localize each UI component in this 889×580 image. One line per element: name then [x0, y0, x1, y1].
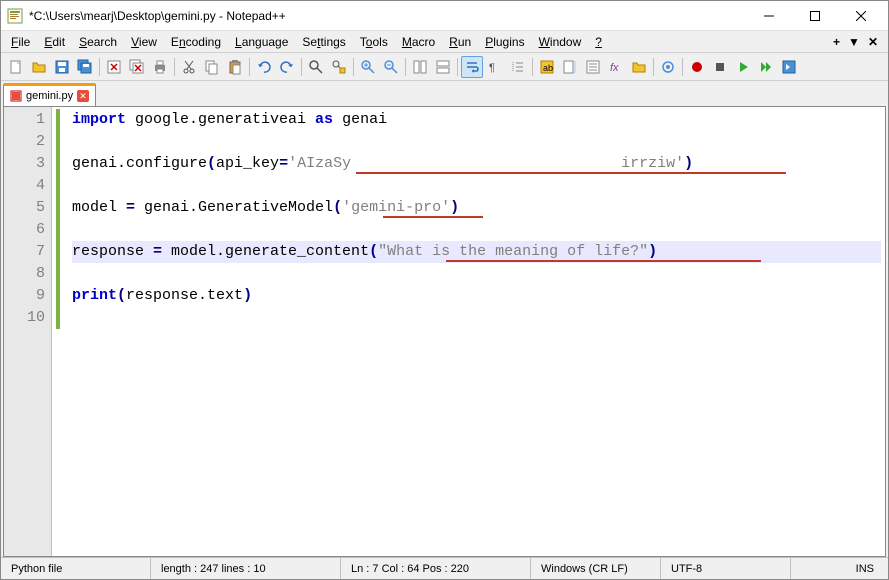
menu-language[interactable]: Language: [229, 33, 294, 51]
app-icon: [7, 8, 23, 24]
tab-gemini[interactable]: gemini.py ✕: [3, 83, 96, 106]
minimize-button[interactable]: [746, 1, 792, 31]
menubar-dropdown-icon[interactable]: ▼: [848, 35, 860, 49]
doc-list-button[interactable]: [582, 56, 604, 78]
macro-multi-button[interactable]: [755, 56, 777, 78]
new-file-button[interactable]: [5, 56, 27, 78]
line-numbers: 12345678910: [4, 107, 52, 556]
menubar-x-icon[interactable]: ✕: [868, 35, 878, 49]
menubar: File Edit Search View Encoding Language …: [1, 31, 888, 53]
statusbar: Python file length : 247 lines : 10 Ln :…: [1, 557, 888, 579]
file-modified-icon: [10, 90, 22, 102]
open-file-button[interactable]: [28, 56, 50, 78]
find-button[interactable]: [305, 56, 327, 78]
save-all-button[interactable]: [74, 56, 96, 78]
status-mode[interactable]: INS: [791, 558, 888, 579]
undo-button[interactable]: [253, 56, 275, 78]
wordwrap-button[interactable]: [461, 56, 483, 78]
save-button[interactable]: [51, 56, 73, 78]
replace-button[interactable]: [328, 56, 350, 78]
status-length: length : 247 lines : 10: [151, 558, 341, 579]
macro-stop-button[interactable]: [709, 56, 731, 78]
zoom-out-button[interactable]: [380, 56, 402, 78]
sync-hscroll-button[interactable]: [432, 56, 454, 78]
menu-plugins[interactable]: Plugins: [479, 33, 530, 51]
macro-save-button[interactable]: [778, 56, 800, 78]
toolbar: ¶ ab fx: [1, 53, 888, 81]
code-area[interactable]: import google.generativeai as genaigenai…: [68, 107, 885, 556]
change-margin: [52, 107, 68, 556]
menu-tools[interactable]: Tools: [354, 33, 394, 51]
svg-text:ab: ab: [543, 63, 553, 73]
menu-settings[interactable]: Settings: [296, 33, 351, 51]
menu-help[interactable]: ?: [589, 33, 608, 51]
svg-text:¶: ¶: [489, 62, 495, 74]
close-button[interactable]: [838, 1, 884, 31]
tab-close-button[interactable]: ✕: [77, 90, 89, 102]
menu-macro[interactable]: Macro: [396, 33, 441, 51]
tab-label: gemini.py: [26, 90, 73, 102]
redo-button[interactable]: [276, 56, 298, 78]
function-list-button[interactable]: fx: [605, 56, 627, 78]
menu-encoding[interactable]: Encoding: [165, 33, 227, 51]
maximize-button[interactable]: [792, 1, 838, 31]
status-filetype: Python file: [1, 558, 151, 579]
sync-vscroll-button[interactable]: [409, 56, 431, 78]
status-position: Ln : 7 Col : 64 Pos : 220: [341, 558, 531, 579]
menu-file[interactable]: File: [5, 33, 36, 51]
status-eol[interactable]: Windows (CR LF): [531, 558, 661, 579]
doc-map-button[interactable]: [559, 56, 581, 78]
copy-button[interactable]: [201, 56, 223, 78]
folder-workspace-button[interactable]: [628, 56, 650, 78]
menubar-plus-icon[interactable]: +: [833, 35, 840, 49]
macro-record-button[interactable]: [686, 56, 708, 78]
cut-button[interactable]: [178, 56, 200, 78]
lang-define-button[interactable]: ab: [536, 56, 558, 78]
menu-view[interactable]: View: [125, 33, 163, 51]
macro-play-button[interactable]: [732, 56, 754, 78]
close-all-button[interactable]: [126, 56, 148, 78]
zoom-in-button[interactable]: [357, 56, 379, 78]
print-button[interactable]: [149, 56, 171, 78]
all-chars-button[interactable]: ¶: [484, 56, 506, 78]
window-title: *C:\Users\mearj\Desktop\gemini.py - Note…: [29, 9, 746, 23]
editor[interactable]: 12345678910 import google.generativeai a…: [3, 106, 886, 557]
monitor-button[interactable]: [657, 56, 679, 78]
menu-search[interactable]: Search: [73, 33, 123, 51]
menu-window[interactable]: Window: [533, 33, 588, 51]
titlebar: *C:\Users\mearj\Desktop\gemini.py - Note…: [1, 1, 888, 31]
tabbar: gemini.py ✕: [1, 81, 888, 106]
indent-guide-button[interactable]: [507, 56, 529, 78]
status-encoding[interactable]: UTF-8: [661, 558, 791, 579]
paste-button[interactable]: [224, 56, 246, 78]
menu-edit[interactable]: Edit: [38, 33, 71, 51]
svg-text:fx: fx: [610, 62, 619, 74]
close-tab-button[interactable]: [103, 56, 125, 78]
menu-run[interactable]: Run: [443, 33, 477, 51]
